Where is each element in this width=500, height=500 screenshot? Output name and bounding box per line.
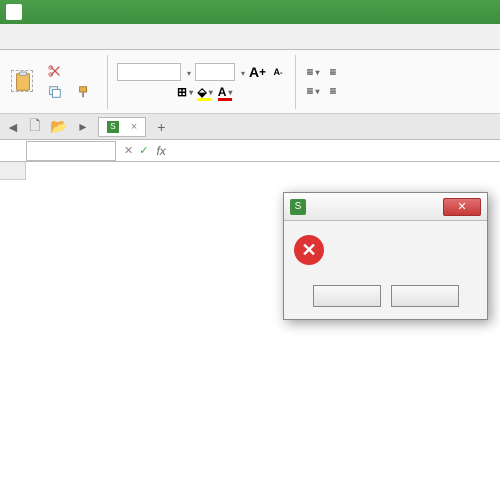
add-tab-button[interactable]: + (152, 118, 170, 136)
ribbon: A+ A- ⊞ ⬙ A ≡ ≡ ≡ ≡ (0, 50, 500, 114)
close-doc-button[interactable]: × (131, 121, 137, 133)
font-name-select[interactable] (117, 63, 181, 81)
align-center-button[interactable]: ≡ (325, 83, 341, 99)
error-icon: ✕ (294, 235, 324, 265)
document-tab[interactable]: S × (98, 117, 146, 137)
font-dropdown-icon[interactable] (185, 65, 191, 79)
ribbon-divider (107, 55, 108, 109)
bold-button[interactable] (117, 84, 133, 100)
name-box[interactable] (26, 141, 116, 161)
error-dialog: S ✕ ✕ (283, 192, 488, 320)
italic-button[interactable] (137, 84, 153, 100)
underline-button[interactable] (157, 84, 173, 100)
menu-tabs (0, 24, 500, 50)
format-painter-button[interactable] (73, 83, 98, 101)
align-middle-button[interactable]: ≡ (325, 64, 341, 80)
scissors-icon (48, 64, 62, 78)
dialog-app-icon: S (290, 199, 306, 215)
document-tabs: ◄ 🗋 📂 ▸ S × + (0, 114, 500, 140)
new-doc-button[interactable]: 🗋 (26, 118, 44, 136)
size-dropdown-icon[interactable] (239, 65, 245, 79)
cancel-button[interactable] (391, 285, 459, 307)
dialog-close-button[interactable]: ✕ (443, 198, 481, 216)
font-color-button[interactable]: A (217, 84, 233, 100)
decrease-font-button[interactable]: A- (270, 64, 286, 80)
ribbon-divider (295, 55, 296, 109)
doc-icon: S (107, 121, 119, 133)
formula-bar: ✕ ✓ fx (0, 140, 500, 162)
align-top-button[interactable]: ≡ (305, 64, 321, 80)
font-size-select[interactable] (195, 63, 235, 81)
retry-button[interactable] (313, 285, 381, 307)
align-left-button[interactable]: ≡ (305, 83, 321, 99)
fill-color-button[interactable]: ⬙ (197, 84, 213, 100)
accept-edit-icon[interactable]: ✓ (139, 144, 148, 157)
increase-font-button[interactable]: A+ (249, 64, 266, 80)
back-button[interactable]: ◄ (6, 119, 20, 135)
cut-button[interactable] (44, 62, 98, 80)
app-logo (6, 4, 22, 20)
open-doc-button[interactable]: 📂 (50, 118, 68, 136)
copy-icon (48, 85, 62, 99)
brush-icon (77, 85, 91, 99)
select-all-corner[interactable] (0, 162, 26, 180)
border-button[interactable]: ⊞ (177, 84, 193, 100)
paste-button[interactable] (6, 54, 38, 110)
cancel-edit-icon[interactable]: ✕ (124, 144, 133, 157)
copy-button[interactable] (44, 83, 69, 101)
fx-icon[interactable]: fx (156, 144, 165, 158)
nav-button[interactable]: ▸ (74, 118, 92, 136)
clipboard-icon (11, 70, 33, 92)
